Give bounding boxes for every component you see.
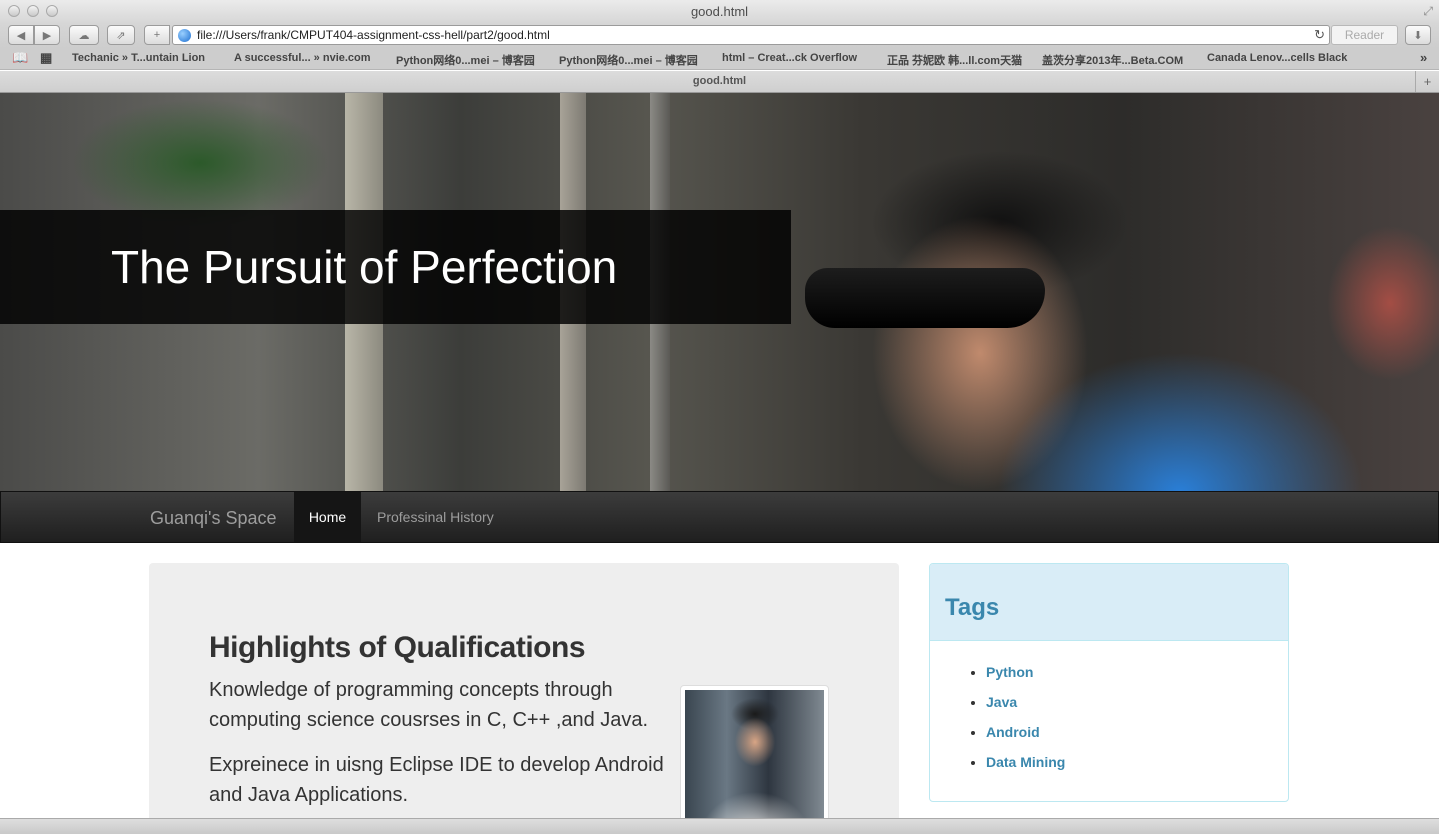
bookmark-item[interactable]: Techanic » T...untain Lion	[72, 52, 205, 64]
new-tab-button[interactable]: +	[1415, 71, 1439, 92]
more-bookmarks-icon[interactable]: »	[1420, 50, 1427, 65]
top-sites-icon[interactable]: ▦	[40, 50, 52, 66]
download-icon: ⬇	[1413, 29, 1423, 42]
add-bookmark-button[interactable]: +	[144, 25, 170, 45]
bookmarks-bar: 📖 ▦ Techanic » T...untain Lion A success…	[0, 48, 1439, 70]
browser-status-bar	[0, 818, 1439, 834]
main-content-well: Highlights of Qualifications Knowledge o…	[149, 563, 899, 834]
address-bar[interactable]: file:///Users/frank/CMPUT404-assignment-…	[172, 25, 1330, 45]
plus-icon: +	[1423, 74, 1432, 89]
bookmark-item[interactable]: 正品 芬妮欧 韩...ll.com天猫	[887, 52, 1022, 68]
site-title: The Pursuit of Perfection	[111, 241, 618, 293]
hero-sunglasses	[805, 268, 1045, 328]
nav-item-professional-history[interactable]: Professinal History	[377, 509, 494, 525]
share-icon: ⇗	[116, 29, 126, 42]
downloads-button[interactable]: ⬇	[1405, 25, 1431, 45]
window-title: good.html	[690, 4, 749, 19]
navbar-brand[interactable]: Guanqi's Space	[150, 508, 277, 529]
bookmark-item[interactable]: A successful... » nvie.com	[234, 52, 371, 64]
tags-title: Tags	[945, 594, 1000, 621]
qualification-paragraph: Knowledge of programming concepts throug…	[209, 679, 649, 731]
tag-item: Python	[986, 664, 1065, 694]
profile-photo-frame	[680, 685, 829, 834]
plus-icon: +	[153, 29, 161, 41]
reader-button[interactable]: Reader	[1331, 25, 1398, 45]
fullscreen-icon[interactable]: ⤢	[1423, 4, 1433, 19]
bookmark-item[interactable]: Python网络0...mei – 博客园	[559, 52, 698, 68]
reload-icon[interactable]: ↻	[1314, 27, 1325, 43]
icloud-tabs-button[interactable]: ☁	[69, 25, 99, 45]
bookmark-item[interactable]: html – Creat...ck Overflow	[722, 52, 857, 64]
cloud-icon: ☁	[78, 29, 90, 42]
share-button[interactable]: ⇗	[107, 25, 135, 45]
tags-list: Python Java Android Data Mining	[970, 664, 1065, 784]
section-heading: Highlights of Qualifications	[209, 631, 586, 664]
tag-link-python[interactable]: Python	[986, 664, 1033, 680]
bookmark-item[interactable]: 盖茨分享2013年...Beta.COM	[1042, 52, 1183, 68]
tag-item: Data Mining	[986, 754, 1065, 784]
reading-list-icon[interactable]: 📖	[12, 50, 28, 66]
tag-item: Java	[986, 694, 1065, 724]
tags-panel-heading: Tags	[930, 564, 1288, 641]
site-navbar: Guanqi's Space Home Professinal History	[0, 491, 1439, 543]
forward-button[interactable]: ▶	[34, 25, 60, 45]
profile-photo	[685, 690, 824, 834]
nav-item-home[interactable]: Home	[294, 492, 361, 542]
browser-toolbar: ◀ ▶ ☁ ⇗ + file:///Users/frank/CMPUT404-a…	[0, 24, 1439, 48]
tags-panel: Tags Python Java Android Data Mining	[929, 563, 1289, 802]
tag-link-java[interactable]: Java	[986, 694, 1017, 710]
tab-active[interactable]: good.html	[0, 75, 1439, 87]
tag-item: Android	[986, 724, 1065, 754]
qualification-paragraph: Expreinece in uisng Eclipse IDE to devel…	[209, 754, 664, 806]
back-button[interactable]: ◀	[8, 25, 34, 45]
tag-link-android[interactable]: Android	[986, 724, 1040, 740]
globe-icon	[178, 29, 191, 42]
chevron-left-icon: ◀	[16, 29, 26, 42]
bookmark-item[interactable]: Python网络0...mei – 博客园	[396, 52, 535, 68]
tag-link-data-mining[interactable]: Data Mining	[986, 754, 1065, 770]
chevron-right-icon: ▶	[42, 29, 52, 42]
tab-bar: good.html +	[0, 71, 1439, 93]
window-titlebar: good.html ⤢	[0, 0, 1439, 24]
address-text[interactable]: file:///Users/frank/CMPUT404-assignment-…	[197, 28, 550, 42]
bookmark-item[interactable]: Canada Lenov...cells Black	[1207, 52, 1347, 64]
